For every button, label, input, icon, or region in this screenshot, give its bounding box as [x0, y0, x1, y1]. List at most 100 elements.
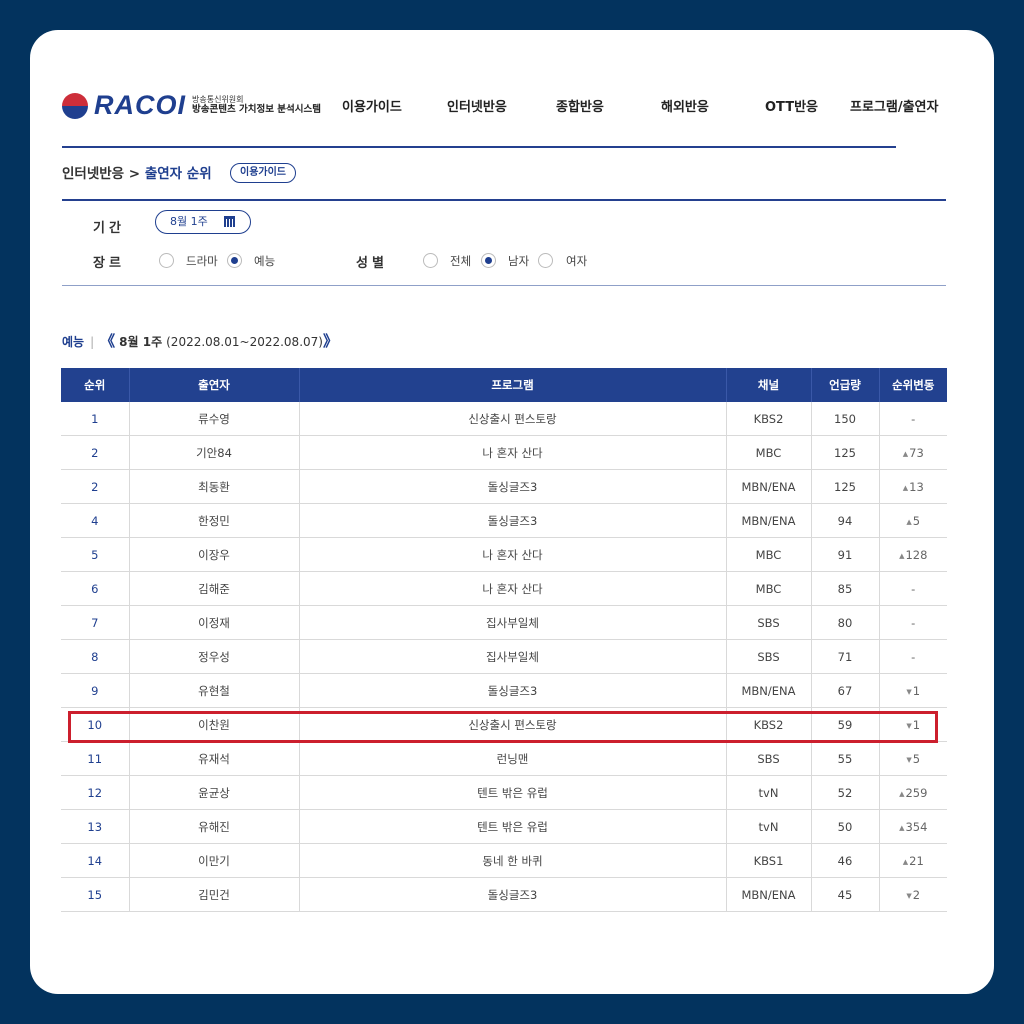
gender-radio-all[interactable]	[423, 253, 438, 268]
cell-program: 나 혼자 산다	[299, 537, 727, 572]
cell-channel: SBS	[726, 741, 812, 776]
table-row[interactable]: 2 최동환 돌싱글즈3 MBN/ENA 125 ▲13	[61, 469, 947, 504]
breadcrumb-parent[interactable]: 인터넷반응	[62, 166, 124, 182]
gender-option-female[interactable]: 여자	[566, 253, 587, 269]
cell-mentions: 125	[811, 435, 880, 470]
cell-cast-name: 유재석	[129, 741, 300, 776]
cell-rank-change: -	[879, 571, 947, 606]
genre-radio-drama[interactable]	[159, 253, 174, 268]
cell-rank-change: ▼1	[879, 707, 947, 742]
cell-cast-name: 윤균상	[129, 775, 300, 810]
cell-rank-change: -	[879, 639, 947, 674]
genre-radio-variety[interactable]	[227, 253, 242, 268]
nav-item-program-cast[interactable]: 프로그램/출연자	[850, 96, 938, 115]
table-row[interactable]: 7 이정재 집사부일체 SBS 80 -	[61, 605, 947, 640]
summary-date-range: (2022.08.01~2022.08.07)	[166, 335, 323, 349]
cell-program: 나 혼자 산다	[299, 435, 727, 470]
rank-down-icon: ▼	[906, 721, 912, 730]
cell-channel: tvN	[726, 809, 812, 844]
rank-change-value: 2	[912, 887, 921, 902]
cell-cast-name: 이만기	[129, 843, 300, 878]
table-row[interactable]: 9 유현철 돌싱글즈3 MBN/ENA 67 ▼1	[61, 673, 947, 708]
cell-channel: KBS2	[726, 402, 812, 436]
breadcrumb-current: 출연자 순위	[144, 166, 212, 182]
table-row[interactable]: 5 이장우 나 혼자 산다 MBC 91 ▲128	[61, 537, 947, 572]
period-picker[interactable]: 8월 1주	[155, 210, 251, 234]
table-header-row: 순위 출연자 프로그램 채널 언급량 순위변동	[61, 368, 947, 402]
nav-item-ott[interactable]: OTT반응	[765, 96, 818, 115]
table-row[interactable]: 12 윤균상 텐트 밖은 유럽 tvN 52 ▲259	[61, 775, 947, 810]
table-row[interactable]: 6 김해준 나 혼자 산다 MBC 85 -	[61, 571, 947, 606]
table-row[interactable]: 13 유해진 텐트 밖은 유럽 tvN 50 ▲354	[61, 809, 947, 844]
col-header-mentions[interactable]: 언급량	[811, 368, 880, 402]
table-row[interactable]: 4 한정민 돌싱글즈3 MBN/ENA 94 ▲5	[61, 503, 947, 538]
cell-rank-change: ▲128	[879, 537, 947, 572]
cell-channel: MBC	[726, 571, 812, 606]
col-header-cast[interactable]: 출연자	[129, 368, 300, 402]
cell-program: 동네 한 바퀴	[299, 843, 727, 878]
gender-radio-male[interactable]	[481, 253, 496, 268]
cell-channel: tvN	[726, 775, 812, 810]
gender-option-all[interactable]: 전체	[450, 253, 471, 269]
table-row[interactable]: 14 이만기 동네 한 바퀴 KBS1 46 ▲21	[61, 843, 947, 878]
week-summary: 예능 | 《 8월 1주 (2022.08.01~2022.08.07)》	[62, 330, 338, 351]
racoi-logo[interactable]: RACOI 방송통신위원회 방송콘텐츠 가치정보 분석시스템	[62, 92, 321, 119]
cell-program: 돌싱글즈3	[299, 673, 727, 708]
rank-change-value: -	[911, 411, 916, 426]
table-row[interactable]: 2 기안84 나 혼자 산다 MBC 125 ▲73	[61, 435, 947, 470]
prev-week-icon[interactable]: 《	[100, 332, 115, 350]
col-header-rank[interactable]: 순위	[61, 368, 130, 402]
genre-option-drama[interactable]: 드라마	[186, 253, 218, 269]
table-row[interactable]: 8 정우성 집사부일체 SBS 71 -	[61, 639, 947, 674]
cell-program: 런닝맨	[299, 741, 727, 776]
rank-change-value: 13	[909, 479, 924, 494]
cell-cast-name: 이찬원	[129, 707, 300, 742]
cell-channel: MBN/ENA	[726, 877, 812, 912]
cell-mentions: 94	[811, 503, 880, 538]
cell-rank-change: ▲5	[879, 503, 947, 538]
section-divider	[62, 199, 946, 201]
nav-item-guide[interactable]: 이용가이드	[342, 96, 402, 115]
col-header-rank-change[interactable]: 순위변동	[879, 368, 947, 402]
cell-rank: 2	[61, 469, 130, 504]
gender-radio-female[interactable]	[538, 253, 553, 268]
col-header-channel[interactable]: 채널	[726, 368, 812, 402]
cell-channel: MBN/ENA	[726, 503, 812, 538]
cell-rank: 4	[61, 503, 130, 538]
rank-down-icon: ▼	[906, 687, 912, 696]
table-row[interactable]: 15 김민건 돌싱글즈3 MBN/ENA 45 ▼2	[61, 877, 947, 912]
rank-change-value: 5	[912, 513, 921, 528]
cell-mentions: 150	[811, 402, 880, 436]
gender-option-male[interactable]: 남자	[508, 253, 529, 269]
nav-item-internet[interactable]: 인터넷반응	[447, 96, 507, 115]
cell-cast-name: 한정민	[129, 503, 300, 538]
table-row[interactable]: 11 유재석 런닝맨 SBS 55 ▼5	[61, 741, 947, 776]
cell-channel: SBS	[726, 639, 812, 674]
rank-change-value: 1	[912, 717, 921, 732]
cell-cast-name: 유현철	[129, 673, 300, 708]
rank-up-icon: ▲	[899, 789, 905, 798]
rank-up-icon: ▲	[899, 551, 905, 560]
usage-guide-button[interactable]: 이용가이드	[230, 163, 296, 183]
cell-cast-name: 이장우	[129, 537, 300, 572]
nav-item-overall[interactable]: 종합반응	[556, 96, 604, 115]
cell-rank-change: ▲259	[879, 775, 947, 810]
cell-program: 신상출시 편스토랑	[299, 402, 727, 436]
col-header-program[interactable]: 프로그램	[299, 368, 727, 402]
rank-change-value: 73	[909, 445, 924, 460]
cell-rank-change: ▲73	[879, 435, 947, 470]
cell-rank-change: -	[879, 402, 947, 436]
gender-label: 성별	[356, 256, 388, 271]
rank-change-value: -	[911, 649, 916, 664]
cell-rank: 6	[61, 571, 130, 606]
cell-cast-name: 기안84	[129, 435, 300, 470]
cell-rank-change: ▲13	[879, 469, 947, 504]
cell-mentions: 46	[811, 843, 880, 878]
nav-item-overseas[interactable]: 해외반응	[661, 96, 709, 115]
table-row[interactable]: 1 류수영 신상출시 편스토랑 KBS2 150 -	[61, 402, 947, 436]
calendar-icon[interactable]	[224, 216, 235, 227]
genre-option-variety[interactable]: 예능	[254, 253, 275, 269]
table-row[interactable]: 10 이찬원 신상출시 편스토랑 KBS2 59 ▼1	[61, 707, 947, 742]
table-body: 1 류수영 신상출시 편스토랑 KBS2 150-2 기안84 나 혼자 산다 MBC 125 ▲…	[61, 402, 947, 912]
next-week-icon[interactable]: 》	[323, 332, 338, 350]
